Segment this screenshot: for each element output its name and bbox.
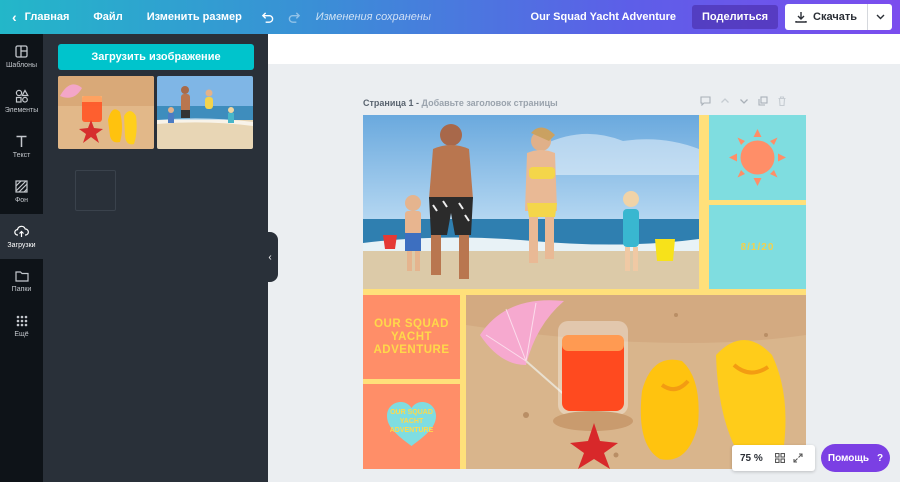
redo-icon[interactable] (281, 0, 308, 34)
resize-button[interactable]: Изменить размер (135, 0, 254, 34)
workspace-toolbar (268, 34, 900, 64)
fullscreen-icon[interactable] (789, 453, 807, 463)
templates-icon (15, 44, 28, 58)
move-down-icon[interactable] (739, 96, 749, 109)
home-label: Главная (24, 11, 70, 23)
rail-label: Текст (12, 151, 31, 159)
rail-label: Ещё (14, 331, 29, 338)
page-tools (700, 96, 787, 109)
comment-icon[interactable] (700, 96, 711, 109)
uploaded-image-thumbnail[interactable] (157, 76, 253, 149)
download-label: Скачать (813, 11, 857, 23)
more-grid-icon (16, 315, 27, 327)
chevron-left-icon: ‹ (12, 9, 17, 25)
heart-line: OUR SQUAD (390, 409, 433, 416)
beach-drink-photo[interactable] (466, 295, 806, 469)
rail-label: Загрузки (7, 241, 36, 249)
text-icon (16, 135, 27, 147)
zoom-level[interactable]: 75 % (732, 453, 771, 464)
beach-family-photo[interactable] (363, 115, 699, 289)
chevron-down-icon[interactable] (868, 4, 892, 30)
heart-line: YACHT (399, 418, 424, 425)
help-question-icon: ? (877, 452, 884, 464)
upload-cloud-icon (14, 225, 29, 237)
help-button[interactable]: Помощь ? (821, 444, 890, 472)
chevron-left-icon: ‹ (268, 251, 272, 263)
folder-icon (14, 271, 29, 282)
title-text: OUR SQUAD YACHT ADVENTURE (373, 317, 450, 356)
save-status: Изменения сохранены (315, 11, 432, 23)
side-rail: Шаблоны Элементы Текст Фон Загрузки Папк… (0, 34, 43, 482)
rail-item-templates[interactable]: Шаблоны (0, 34, 43, 79)
rail-item-more[interactable]: Ещё (0, 304, 43, 349)
download-icon (795, 12, 807, 23)
elements-icon (15, 89, 29, 103)
sun-icon (729, 129, 786, 186)
rail-label: Шаблоны (6, 61, 37, 69)
rail-label: Элементы (4, 107, 39, 114)
heart-tile[interactable]: OUR SQUAD YACHT ADVENTURE (363, 384, 460, 469)
background-icon (15, 179, 28, 193)
date-tile[interactable]: 8/1/20 (709, 205, 806, 289)
rail-item-text[interactable]: Текст (0, 124, 43, 169)
duplicate-page-icon[interactable] (758, 96, 768, 109)
help-label: Помощь (827, 452, 869, 464)
download-button[interactable]: Скачать (785, 4, 892, 30)
upload-placeholder (75, 170, 116, 211)
rail-item-uploads[interactable]: Загрузки (0, 214, 43, 259)
upload-image-button[interactable]: Загрузить изображение (58, 44, 254, 70)
uploads-panel: Загрузить изображение (43, 34, 268, 482)
rail-item-folders[interactable]: Папки (0, 259, 43, 304)
document-title[interactable]: Our Squad Yacht Adventure (519, 0, 692, 34)
page-number-label: Страница 1 - (363, 98, 420, 108)
rail-label: Папки (11, 286, 32, 293)
sun-tile[interactable] (709, 115, 806, 200)
delete-page-icon[interactable] (777, 96, 787, 109)
move-up-icon[interactable] (720, 96, 730, 109)
file-menu-button[interactable]: Файл (81, 0, 134, 34)
home-button[interactable]: ‹ Главная (0, 0, 81, 34)
share-button[interactable]: Поделиться (692, 5, 779, 29)
collapse-panel-button[interactable]: ‹ (262, 232, 278, 282)
heart-caption: OUR SQUAD YACHT ADVENTURE (363, 408, 460, 435)
rail-item-background[interactable]: Фон (0, 169, 43, 214)
heart-line: ADVENTURE (389, 427, 434, 434)
download-main[interactable]: Скачать (785, 4, 868, 30)
zoom-controls: 75 % (732, 445, 815, 471)
design-canvas[interactable]: 8/1/20 OUR SQUAD YACHT ADVENTURE OUR SQU… (363, 115, 806, 469)
rail-item-elements[interactable]: Элементы (0, 79, 43, 124)
page-title[interactable]: Страница 1 - Добавьте заголовок страницы (363, 98, 558, 108)
page-title-placeholder[interactable]: Добавьте заголовок страницы (422, 98, 558, 108)
grid-view-icon[interactable] (771, 453, 789, 463)
title-tile[interactable]: OUR SQUAD YACHT ADVENTURE (363, 295, 460, 379)
date-text: 8/1/20 (740, 241, 775, 253)
uploaded-image-thumbnail[interactable] (58, 76, 154, 149)
undo-icon[interactable] (254, 0, 281, 34)
rail-label: Фон (14, 196, 29, 204)
top-bar: ‹ Главная Файл Изменить размер Изменения… (0, 0, 900, 34)
